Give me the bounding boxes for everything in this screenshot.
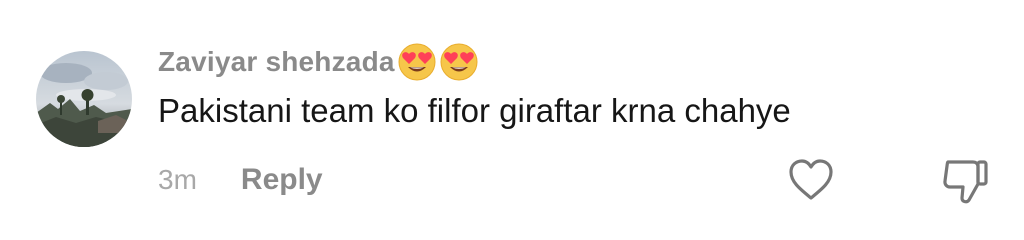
- username[interactable]: Zaviyar shehzada: [158, 46, 395, 78]
- username-row: Zaviyar shehzada: [158, 40, 479, 84]
- comment-text: Pakistani team ko filfor giraftar krna c…: [158, 92, 791, 129]
- comment-item: Zaviyar shehzada Pakistani team ko filfo…: [0, 0, 1024, 240]
- thumbs-down-outline-icon: [943, 160, 988, 204]
- heart-outline-icon: [789, 159, 833, 200]
- avatar-image: [36, 51, 132, 147]
- avatar[interactable]: [36, 51, 132, 147]
- heart-eyes-emoji: [397, 42, 437, 82]
- heart-eyes-emoji: [439, 42, 479, 82]
- dislike-button[interactable]: [940, 156, 992, 206]
- reply-button[interactable]: Reply: [241, 163, 323, 197]
- timestamp: 3m: [158, 164, 197, 195]
- comment-meta: 3m Reply: [158, 160, 323, 200]
- like-button[interactable]: [786, 156, 836, 204]
